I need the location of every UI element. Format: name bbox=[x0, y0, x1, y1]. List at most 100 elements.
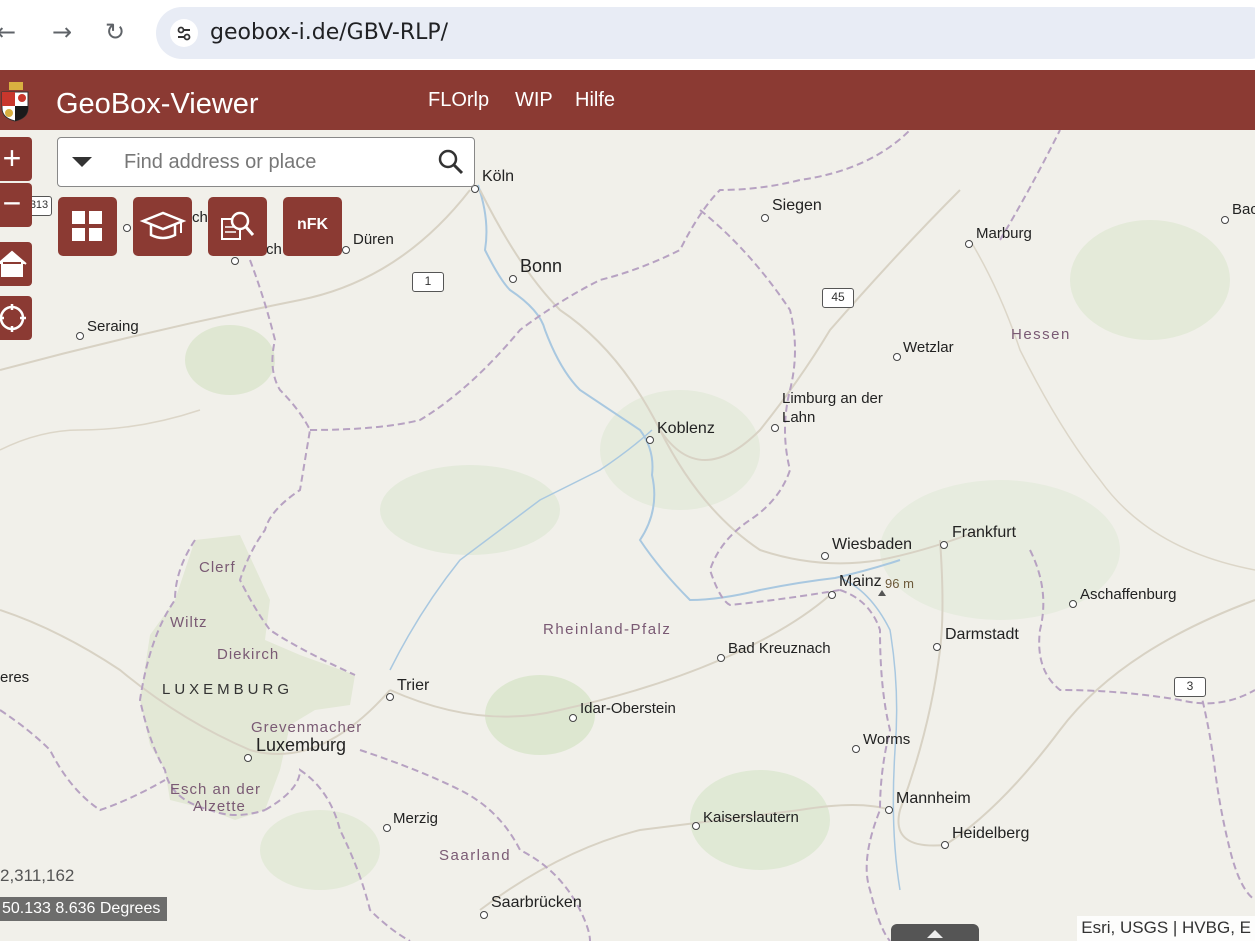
city-dot bbox=[941, 841, 949, 849]
site-info-icon[interactable] bbox=[170, 19, 198, 47]
city-dot bbox=[761, 214, 769, 222]
menu-wip[interactable]: WIP bbox=[515, 89, 553, 112]
city-label-heidelberg: Heidelberg bbox=[952, 825, 1030, 842]
document-search-icon bbox=[221, 211, 255, 240]
city-label-mainz: Mainz bbox=[839, 573, 882, 590]
city-dot bbox=[342, 246, 350, 254]
search-icon[interactable] bbox=[438, 149, 464, 175]
city-label-darmstadt: Darmstadt bbox=[945, 626, 1019, 643]
city-label-frankfurt: Frankfurt bbox=[952, 524, 1017, 541]
city-label-worms: Worms bbox=[863, 731, 911, 748]
menu-florlp[interactable]: FLOrlp bbox=[428, 89, 489, 112]
menu-hilfe[interactable]: Hilfe bbox=[575, 89, 615, 112]
city-dot bbox=[480, 911, 488, 919]
attribution-text: Esri, USGS | HVBG, E bbox=[1077, 916, 1255, 941]
city-label-luxemburg: Luxemburg bbox=[256, 735, 347, 755]
city-dot bbox=[509, 275, 517, 283]
map-view[interactable]: Hessen Rheinland-Pfalz Saarland LUXEMBUR… bbox=[0, 130, 1255, 941]
region-label-hessen: Hessen bbox=[1011, 326, 1071, 343]
place-label-esch: Esch an der bbox=[170, 781, 262, 798]
place-label-diekirch: Diekirch bbox=[217, 646, 280, 663]
place-label-grevenmacher: Grevenmacher bbox=[251, 719, 363, 736]
expand-panel-button[interactable] bbox=[891, 924, 979, 941]
browser-toolbar: ← → ↻ geobox-i.de/GBV-RLP/ bbox=[0, 0, 1255, 68]
city-label-limburg: Limburg an der bbox=[782, 390, 883, 407]
search-widget bbox=[57, 137, 475, 187]
place-label-alzette: Alzette bbox=[193, 798, 246, 815]
nfk-button[interactable]: nFK bbox=[283, 197, 342, 256]
reload-icon[interactable]: ↻ bbox=[101, 18, 129, 46]
locate-button[interactable] bbox=[0, 296, 32, 340]
city-label-seraing: Seraing bbox=[87, 318, 139, 335]
city-dot bbox=[852, 745, 860, 753]
city-dot bbox=[1069, 600, 1077, 608]
border-line bbox=[0, 709, 166, 812]
address-bar[interactable]: geobox-i.de/GBV-RLP/ bbox=[156, 7, 1255, 59]
terrain-patch bbox=[185, 325, 275, 395]
coordinates-readout: 50.133 8.636 Degrees bbox=[0, 897, 167, 921]
city-dot bbox=[692, 822, 700, 830]
highway-shield: 3 bbox=[1174, 677, 1206, 697]
road bbox=[0, 409, 201, 451]
city-label-merzig: Merzig bbox=[393, 810, 439, 827]
city-label-siegen: Siegen bbox=[772, 197, 822, 214]
city-dot bbox=[569, 714, 577, 722]
city-label-aschaffenburg: Aschaffenburg bbox=[1080, 586, 1177, 603]
graduation-cap-icon bbox=[139, 211, 187, 240]
locate-icon bbox=[0, 304, 26, 332]
terrain-patch bbox=[1070, 220, 1230, 340]
education-button[interactable] bbox=[133, 197, 192, 256]
city-dot bbox=[244, 754, 252, 762]
city-label-dueren: Düren bbox=[353, 231, 394, 248]
home-icon bbox=[0, 250, 27, 277]
city-label-partial-ch-2: ch bbox=[266, 241, 282, 258]
city-dot bbox=[893, 353, 901, 361]
city-label-bad-kreuznach: Bad Kreuznach bbox=[728, 640, 831, 657]
forward-icon[interactable]: → bbox=[48, 18, 76, 46]
border-line bbox=[359, 749, 591, 941]
country-label-luxemburg: LUXEMBURG bbox=[162, 681, 294, 698]
region-label-rlp: Rheinland-Pfalz bbox=[543, 621, 672, 638]
url-text: geobox-i.de/GBV-RLP/ bbox=[210, 20, 449, 45]
zoom-in-button[interactable]: + bbox=[0, 137, 32, 181]
city-dot bbox=[383, 824, 391, 832]
city-label-koblenz: Koblenz bbox=[657, 420, 715, 437]
city-label-bac: Bac bbox=[1232, 201, 1255, 218]
identify-button[interactable] bbox=[208, 197, 267, 256]
city-dot bbox=[1221, 216, 1229, 224]
city-dot bbox=[386, 693, 394, 701]
dropdown-icon[interactable] bbox=[72, 157, 92, 167]
city-label-lahn: Lahn bbox=[782, 409, 816, 426]
grid-icon bbox=[72, 211, 102, 241]
city-dot bbox=[76, 332, 84, 340]
luxembourg-area bbox=[140, 535, 355, 820]
basemap-gallery-button[interactable] bbox=[58, 197, 117, 256]
city-label-wiesbaden: Wiesbaden bbox=[832, 536, 913, 553]
city-label-bonn: Bonn bbox=[520, 256, 563, 276]
city-dot bbox=[828, 591, 836, 599]
app-title: GeoBox-Viewer bbox=[56, 88, 259, 120]
elevation-label: 96 m bbox=[885, 576, 914, 591]
place-label-clerf: Clerf bbox=[199, 559, 236, 576]
city-label-marburg: Marburg bbox=[976, 225, 1032, 242]
home-button[interactable] bbox=[0, 242, 32, 286]
city-label-koeln: Köln bbox=[482, 168, 515, 185]
place-label-wiltz: Wiltz bbox=[170, 614, 208, 631]
terrain-patch bbox=[260, 810, 380, 890]
city-label-idar-oberstein: Idar-Oberstein bbox=[580, 700, 676, 717]
city-dot bbox=[821, 552, 829, 560]
city-dot bbox=[771, 424, 779, 432]
city-dot bbox=[123, 224, 131, 232]
city-dot bbox=[965, 240, 973, 248]
city-dot bbox=[717, 654, 725, 662]
back-icon[interactable]: ← bbox=[0, 18, 20, 46]
app-header: GeoBox-Viewer FLOrlp WIP Hilfe bbox=[0, 70, 1255, 130]
border-line bbox=[999, 130, 1061, 241]
city-dot bbox=[231, 257, 239, 265]
city-label-partial-eres: eres bbox=[0, 669, 30, 686]
zoom-out-button[interactable]: − bbox=[0, 183, 32, 227]
search-input[interactable] bbox=[124, 148, 424, 176]
highway-shield: 1 bbox=[412, 272, 444, 292]
city-dot bbox=[933, 643, 941, 651]
scale-text: 2,311,162 bbox=[0, 866, 75, 885]
